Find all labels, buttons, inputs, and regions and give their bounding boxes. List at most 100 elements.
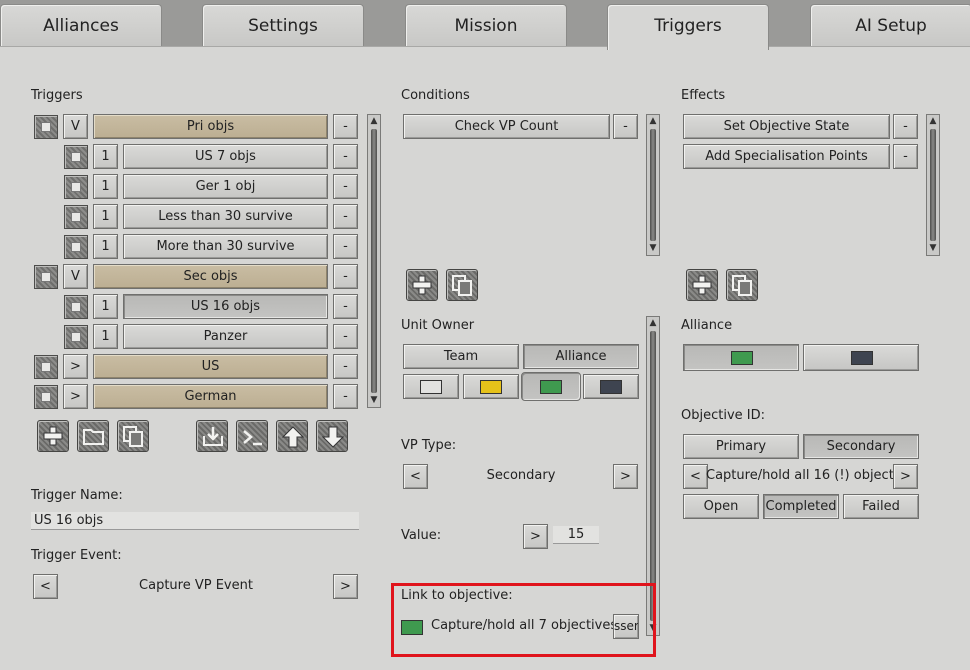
add-folder-button[interactable] [77, 420, 109, 452]
owner-color-dark-button[interactable] [583, 374, 639, 399]
remove-effect-button[interactable]: - [893, 114, 918, 139]
trigger-enable-checkbox[interactable] [64, 325, 88, 349]
remove-condition-button[interactable]: - [613, 114, 638, 139]
move-down-button[interactable] [316, 420, 348, 452]
trigger-mode-toggle[interactable]: V [63, 114, 88, 139]
trigger-enable-checkbox[interactable] [34, 115, 58, 139]
trigger-enable-checkbox[interactable] [34, 265, 58, 289]
remove-trigger-button[interactable]: - [333, 294, 358, 319]
remove-trigger-button[interactable]: - [333, 354, 358, 379]
scroll-up-icon[interactable]: ▲ [368, 115, 380, 128]
remove-effect-button[interactable]: - [893, 144, 918, 169]
scroll-track[interactable] [930, 129, 936, 241]
trigger-mode-toggle[interactable]: 1 [93, 324, 118, 349]
vp-type-prev-button[interactable]: < [403, 464, 428, 489]
tab-mission[interactable]: Mission [405, 4, 567, 46]
state-open-button[interactable]: Open [683, 494, 759, 519]
owner-color-white-button[interactable] [403, 374, 459, 399]
trigger-enable-checkbox[interactable] [64, 175, 88, 199]
objective-primary-button[interactable]: Primary [683, 434, 799, 459]
owner-color-green-button[interactable] [521, 372, 581, 401]
owner-color-yellow-button[interactable] [463, 374, 519, 399]
owner-alliance-button[interactable]: Alliance [523, 344, 639, 369]
vp-type-next-button[interactable]: > [613, 464, 638, 489]
value-input[interactable]: 15 [553, 526, 599, 544]
trigger-item[interactable]: More than 30 survive [123, 234, 328, 259]
value-increment-button[interactable]: > [523, 524, 548, 549]
trigger-enable-checkbox[interactable] [64, 205, 88, 229]
scroll-down-icon[interactable]: ▼ [647, 242, 659, 255]
trigger-event-prev-button[interactable]: < [33, 574, 58, 599]
trigger-item[interactable]: US 7 objs [123, 144, 328, 169]
trigger-item[interactable]: Ger 1 obj [123, 174, 328, 199]
remove-trigger-button[interactable]: - [333, 144, 358, 169]
copy-icon [452, 275, 472, 296]
trigger-mode-toggle[interactable]: V [63, 264, 88, 289]
effects-scrollbar[interactable]: ▲ ▼ [926, 114, 940, 256]
objective-next-button[interactable]: > [893, 464, 918, 489]
remove-trigger-button[interactable]: - [333, 234, 358, 259]
trigger-mode-toggle[interactable]: 1 [93, 204, 118, 229]
trigger-mode-toggle[interactable]: > [63, 384, 88, 409]
copy-condition-button[interactable] [446, 269, 478, 301]
add-condition-button[interactable] [406, 269, 438, 301]
trigger-enable-checkbox[interactable] [34, 385, 58, 409]
remove-trigger-button[interactable]: - [333, 114, 358, 139]
owner-team-button[interactable]: Team [403, 344, 519, 369]
scroll-track[interactable] [371, 129, 377, 393]
remove-trigger-button[interactable]: - [333, 324, 358, 349]
trigger-mode-toggle[interactable]: 1 [93, 174, 118, 199]
console-button[interactable] [236, 420, 268, 452]
trigger-mode-toggle[interactable]: 1 [93, 294, 118, 319]
remove-trigger-button[interactable]: - [333, 264, 358, 289]
trigger-name-input[interactable]: US 16 objs [31, 512, 359, 530]
trigger-list-scrollbar[interactable]: ▲ ▼ [367, 114, 381, 408]
move-up-button[interactable] [276, 420, 308, 452]
trigger-enable-checkbox[interactable] [64, 295, 88, 319]
scroll-up-icon[interactable]: ▲ [647, 317, 659, 330]
scroll-up-icon[interactable]: ▲ [647, 115, 659, 128]
dark-swatch [600, 380, 622, 394]
scroll-track[interactable] [650, 129, 656, 241]
trigger-item[interactable]: German [93, 384, 328, 409]
condition-check-vp-count[interactable]: Check VP Count [403, 114, 610, 139]
tab-triggers[interactable]: Triggers [607, 4, 769, 50]
remove-trigger-button[interactable]: - [333, 174, 358, 199]
trigger-item[interactable]: Sec objs [93, 264, 328, 289]
scroll-up-icon[interactable]: ▲ [927, 115, 939, 128]
remove-trigger-button[interactable]: - [333, 204, 358, 229]
effect-alliance-green-button[interactable] [683, 344, 799, 371]
trigger-item[interactable]: US [93, 354, 328, 379]
effect-set-objective-state[interactable]: Set Objective State [683, 114, 890, 139]
trigger-item[interactable]: US 16 objs [123, 294, 328, 319]
scroll-track[interactable] [650, 331, 656, 621]
add-trigger-button[interactable] [37, 420, 69, 452]
remove-trigger-button[interactable]: - [333, 384, 358, 409]
trigger-enable-checkbox[interactable] [34, 355, 58, 379]
trigger-mode-toggle[interactable]: 1 [93, 234, 118, 259]
state-completed-button[interactable]: Completed [763, 494, 839, 519]
copy-trigger-button[interactable] [117, 420, 149, 452]
scroll-down-icon[interactable]: ▼ [927, 242, 939, 255]
trigger-event-next-button[interactable]: > [333, 574, 358, 599]
objective-prev-button[interactable]: < [683, 464, 708, 489]
tab-settings[interactable]: Settings [202, 4, 364, 46]
add-effect-button[interactable] [686, 269, 718, 301]
scroll-down-icon[interactable]: ▼ [368, 394, 380, 407]
tab-alliances[interactable]: Alliances [0, 4, 162, 46]
trigger-enable-checkbox[interactable] [64, 145, 88, 169]
state-failed-button[interactable]: Failed [843, 494, 919, 519]
objective-secondary-button[interactable]: Secondary [803, 434, 919, 459]
effect-alliance-dark-button[interactable] [803, 344, 919, 371]
import-trigger-button[interactable] [196, 420, 228, 452]
trigger-mode-toggle[interactable]: 1 [93, 144, 118, 169]
trigger-item[interactable]: Pri objs [93, 114, 328, 139]
trigger-item[interactable]: Panzer [123, 324, 328, 349]
trigger-mode-toggle[interactable]: > [63, 354, 88, 379]
copy-effect-button[interactable] [726, 269, 758, 301]
trigger-item[interactable]: Less than 30 survive [123, 204, 328, 229]
trigger-enable-checkbox[interactable] [64, 235, 88, 259]
conditions-scrollbar[interactable]: ▲ ▼ [646, 114, 660, 256]
effect-add-specialisation-points[interactable]: Add Specialisation Points [683, 144, 890, 169]
tab-ai-setup[interactable]: AI Setup [810, 4, 970, 46]
